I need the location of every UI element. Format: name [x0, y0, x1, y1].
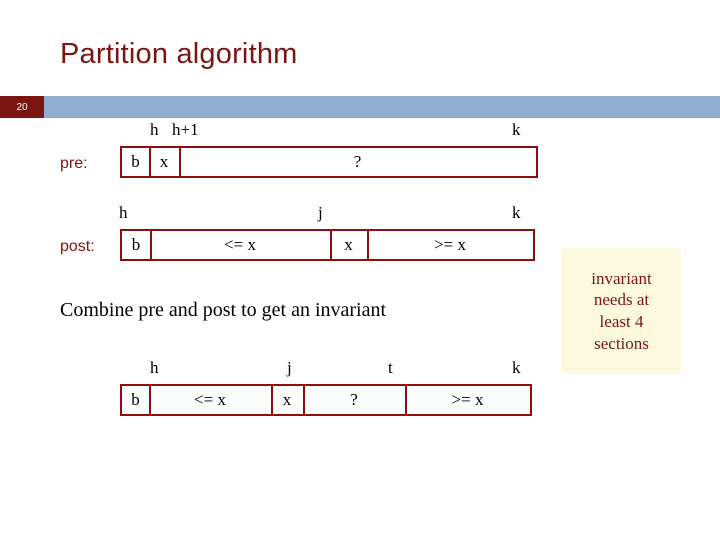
post-tick-h: h [119, 203, 128, 222]
post-cell-b: b [131, 235, 141, 254]
callout-line-3: least 4 [599, 312, 644, 331]
post-cell-gte-x: >= x [434, 235, 466, 254]
post-tick-j: j [318, 203, 323, 222]
invariant-callout: invariant needs at least 4 sections [562, 248, 681, 374]
pre-tick-h: h [150, 120, 159, 139]
invariant-cell-unknown: ? [350, 390, 358, 409]
callout-line-1: invariant [591, 268, 652, 288]
post-cell-x: x [344, 235, 353, 254]
pre-cell-b: b [131, 152, 140, 171]
post-tick-k: k [512, 203, 521, 222]
pre-cell-unknown: ? [353, 152, 362, 171]
pre-tick-k: k [512, 120, 521, 139]
slide-number-badge: 20 [0, 96, 44, 118]
pre-tick-h-plus-1: h+1 [172, 120, 199, 139]
invariant-tick-j: j [287, 358, 292, 377]
invariant-array-bar: b <= x x ? >= x [120, 384, 532, 416]
post-row-label: post: [60, 238, 95, 255]
invariant-cell-gte-x: >= x [451, 390, 484, 409]
page-title: Partition algorithm [60, 38, 298, 70]
invariant-tick-t: t [388, 358, 393, 377]
pre-row-label: pre: [60, 155, 88, 172]
invariant-cell-x: x [282, 390, 292, 409]
pre-cell-x: x [159, 152, 169, 171]
pre-array-bar: b x ? [120, 146, 538, 178]
callout-line-4: sections [594, 333, 649, 353]
invariant-cell-b: b [131, 390, 140, 409]
callout-line-2: needs at [593, 290, 650, 310]
header-bar [0, 96, 720, 118]
combine-statement: Combine pre and post to get an invariant [60, 299, 387, 321]
invariant-tick-h: h [150, 358, 159, 377]
post-cell-lte-x: <= x [224, 235, 256, 254]
post-array-bar: b <= x x >= x [120, 229, 535, 261]
invariant-cell-lte-x: <= x [194, 390, 226, 409]
invariant-tick-k: k [512, 358, 521, 377]
